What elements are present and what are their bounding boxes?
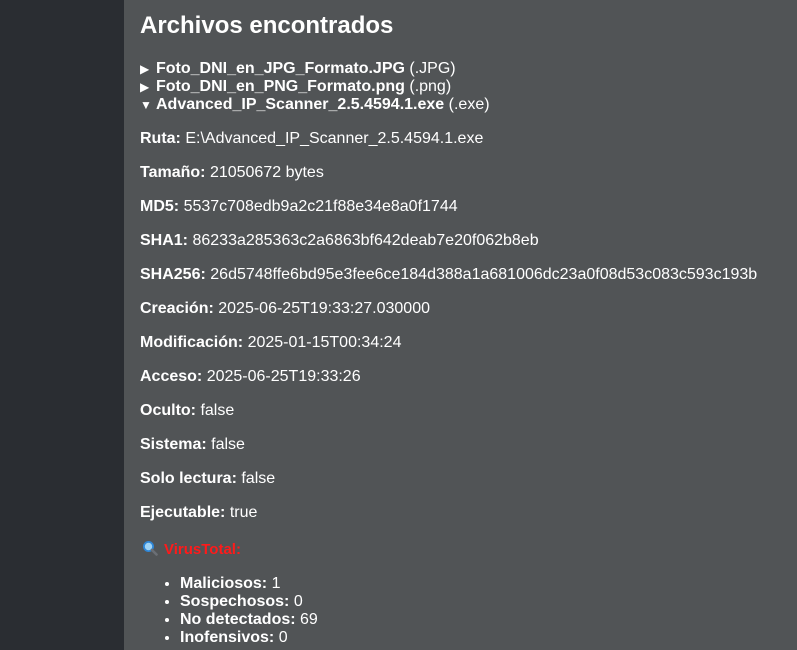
detail-value: 2025-01-15T00:34:24 <box>247 334 402 351</box>
stat-value: 69 <box>300 611 318 628</box>
detail-creacion: Creación: 2025-06-25T19:33:27.030000 <box>140 299 790 333</box>
expand-arrow-icon[interactable]: ▶ <box>140 60 156 78</box>
file-item-expanded[interactable]: ▼ Advanced_IP_Scanner_2.5.4594.1.exe (.ex… <box>140 96 780 114</box>
file-list: ▶ Foto_DNI_en_JPG_Formato.JPG (.JPG) ▶ Fot… <box>140 60 780 114</box>
stat-value: 1 <box>271 575 281 592</box>
detail-value: true <box>229 504 258 521</box>
detail-acceso: Acceso: 2025-06-25T19:33:26 <box>140 367 790 401</box>
detail-ruta: Ruta: E:\Advanced_IP_Scanner_2.5.4594.1.… <box>140 129 790 163</box>
detail-value: 26d5748ffe6bd95e3fee6ce184d388a1a681006d… <box>210 266 758 283</box>
stat-label: No detectados: <box>180 611 296 628</box>
stat-label: Inofensivos: <box>180 629 275 646</box>
detail-label: SHA1: <box>140 232 189 249</box>
stat-value: 0 <box>278 629 288 646</box>
detail-label: Solo lectura: <box>140 470 237 487</box>
file-item[interactable]: ▶ Foto_DNI_en_JPG_Formato.JPG (.JPG) <box>140 60 780 78</box>
detail-value: E:\Advanced_IP_Scanner_2.5.4594.1.exe <box>185 130 484 147</box>
expand-arrow-icon[interactable]: ▶ <box>140 78 156 96</box>
detail-oculto: Oculto: false <box>140 401 790 435</box>
detail-label: Sistema: <box>140 436 207 453</box>
detail-sha256: SHA256: 26d5748ffe6bd95e3fee6ce184d388a1… <box>140 265 790 299</box>
detail-value: 21050672 bytes <box>209 164 324 181</box>
detail-label: MD5: <box>140 198 180 215</box>
file-extension: (.JPG) <box>409 60 456 77</box>
file-extension: (.png) <box>409 78 452 95</box>
detail-modificacion: Modificación: 2025-01-15T00:34:24 <box>140 333 790 367</box>
detail-solo-lectura: Solo lectura: false <box>140 469 790 503</box>
file-name[interactable]: Foto_DNI_en_JPG_Formato.JPG <box>156 60 405 77</box>
detail-sha1: SHA1: 86233a285363c2a6863bf642deab7e20f0… <box>140 231 790 265</box>
sidebar <box>0 0 124 650</box>
detail-label: Modificación: <box>140 334 244 351</box>
detail-tamano: Tamaño: 21050672 bytes <box>140 163 790 197</box>
detail-label: Ruta: <box>140 130 181 147</box>
virustotal-header: VirusTotal: <box>142 540 241 560</box>
collapse-arrow-icon[interactable]: ▼ <box>140 96 156 114</box>
detail-value: false <box>200 402 235 419</box>
page-title: Archivos encontrados <box>140 12 394 39</box>
detail-value: 2025-06-25T19:33:26 <box>206 368 361 385</box>
detail-value: 2025-06-25T19:33:27.030000 <box>218 300 430 317</box>
magnifier-icon <box>142 540 158 556</box>
main-panel: Archivos encontrados ▶ Foto_DNI_en_JPG_Fo… <box>124 0 797 650</box>
detail-md5: MD5: 5537c708edb9a2c21f88e34e8a0f1744 <box>140 197 790 231</box>
file-details: Ruta: E:\Advanced_IP_Scanner_2.5.4594.1.… <box>140 129 790 537</box>
stat-value: 0 <box>293 593 303 610</box>
stat-label: Sospechosos: <box>180 593 290 610</box>
detail-value: false <box>211 436 245 453</box>
file-name[interactable]: Foto_DNI_en_PNG_Formato.png <box>156 78 405 95</box>
file-extension: (.exe) <box>448 96 490 113</box>
virustotal-label: VirusTotal: <box>164 541 241 558</box>
list-item: Maliciosos: 1 <box>180 575 318 593</box>
detail-label: Oculto: <box>140 402 196 419</box>
detail-sistema: Sistema: false <box>140 435 790 469</box>
detail-label: SHA256: <box>140 266 206 283</box>
detail-label: Ejecutable: <box>140 504 226 521</box>
detail-ejecutable: Ejecutable: true <box>140 503 790 537</box>
list-item: No detectados: 69 <box>180 611 318 629</box>
detail-label: Tamaño: <box>140 164 206 181</box>
virustotal-stats: Maliciosos: 1 Sospechosos: 0 No detectad… <box>164 575 318 647</box>
list-item: Sospechosos: 0 <box>180 593 318 611</box>
stat-label: Maliciosos: <box>180 575 268 592</box>
detail-value: 86233a285363c2a6863bf642deab7e20f062b8eb <box>192 232 539 249</box>
list-item: Inofensivos: 0 <box>180 629 318 647</box>
detail-value: 5537c708edb9a2c21f88e34e8a0f1744 <box>183 198 458 215</box>
detail-label: Acceso: <box>140 368 203 385</box>
file-item[interactable]: ▶ Foto_DNI_en_PNG_Formato.png (.png) <box>140 78 780 96</box>
detail-value: false <box>241 470 276 487</box>
detail-label: Creación: <box>140 300 214 317</box>
file-name[interactable]: Advanced_IP_Scanner_2.5.4594.1.exe <box>156 96 444 113</box>
